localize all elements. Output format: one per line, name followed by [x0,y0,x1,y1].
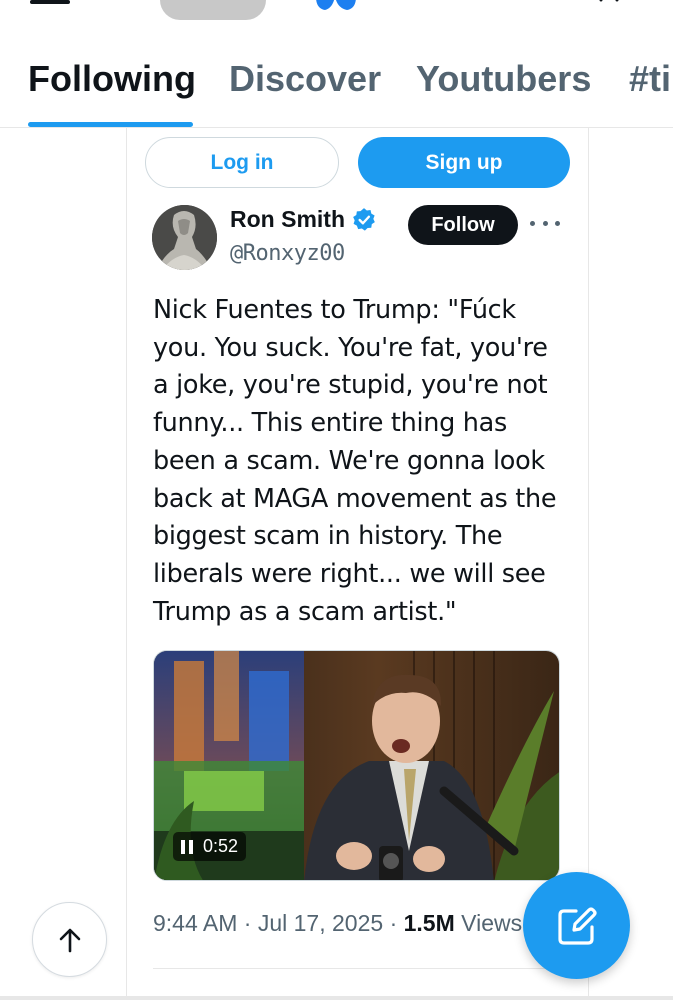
video-duration: 0:52 [203,836,239,856]
tweet-text-line: biggest scam in history. The [153,521,503,552]
bottom-divider [0,996,673,1000]
tab-hashtag[interactable]: #ti [629,58,671,100]
verified-badge-icon [353,207,375,231]
author-handle[interactable]: @Ronxyz00 [230,241,345,266]
compose-button[interactable] [523,872,630,979]
tweet-text-line: been a scam. We're gonna look [153,445,545,476]
more-dots-icon[interactable] [530,210,560,236]
profile-pill[interactable] [160,0,266,20]
tweet-text-line: back at MAGA movement as the [153,483,557,514]
video-controls[interactable]: 0:52 [173,832,247,861]
tweet-text: Nick Fuentes to Trump: "Fúck you. You su… [153,292,573,631]
arrow-up-icon [59,928,80,952]
app-logo-icon [316,0,356,10]
follow-button[interactable]: Follow [408,205,518,245]
notification-icon[interactable] [595,0,625,6]
compose-icon [557,906,597,945]
tweet-text-line: you. You suck. You're fat, you're [153,332,548,363]
tweet-meta: 9:44 AM · Jul 17, 2025 · 1.5M Views [153,910,522,937]
tweet-date[interactable]: Jul 17, 2025 [258,910,383,936]
author-name-text: Ron Smith [230,206,345,232]
active-tab-indicator [28,122,193,127]
signup-button[interactable]: Sign up [358,137,570,188]
tab-discover[interactable]: Discover [229,58,381,100]
menu-icon[interactable] [30,0,70,4]
avatar[interactable] [152,205,217,270]
meta-separator: · [243,910,258,936]
top-app-bar [0,0,673,30]
views-count: 1.5M [403,910,455,936]
login-button[interactable]: Log in [145,137,339,188]
divider [153,968,563,969]
tweet-text-line: Nick Fuentes to Trump: "Fúck [153,295,516,325]
tweet-text-line: funny... This entire thing has [153,408,507,439]
tweet-text-line: liberals were right... we will see [153,558,546,589]
pause-icon[interactable] [181,839,193,854]
meta-separator: · [389,910,404,936]
scroll-to-top-button[interactable] [32,902,107,977]
tweet-text-line: a joke, you're stupid, you're not [153,370,548,401]
tab-following[interactable]: Following [28,58,196,100]
tweet-time[interactable]: 9:44 AM [153,910,237,936]
tab-youtubers[interactable]: Youtubers [416,58,591,100]
feed-tabs: Following Discover Youtubers #ti [0,40,673,128]
views-label: Views [461,910,523,936]
tweet-text-line: Trump as a scam artist." [153,596,457,627]
author-name[interactable]: Ron Smith [230,206,377,233]
